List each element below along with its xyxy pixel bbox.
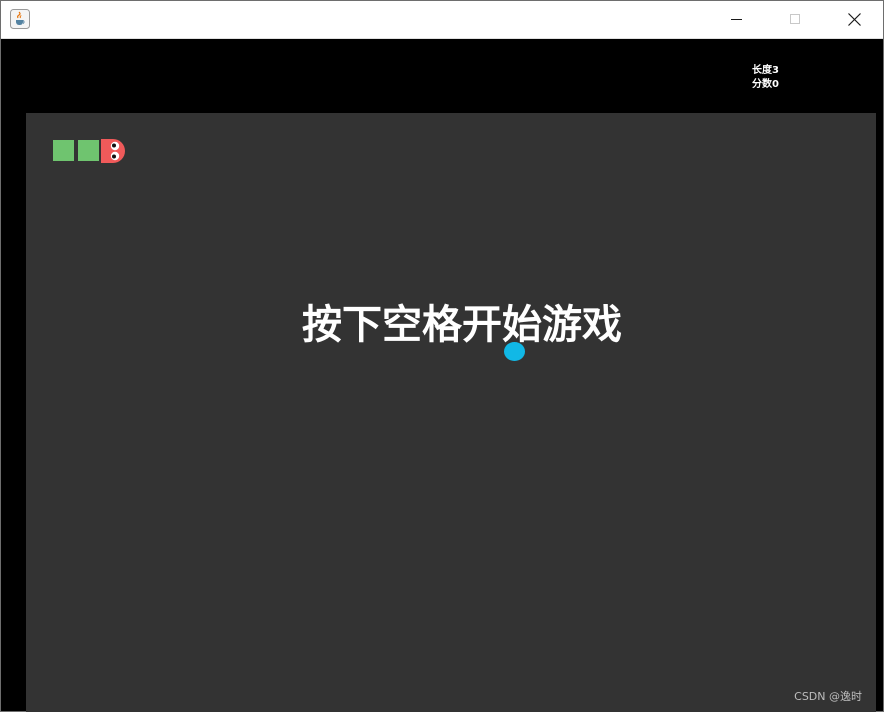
start-message: 按下空格开始游戏: [302, 302, 622, 348]
score-label: 分数0: [752, 79, 779, 90]
close-button[interactable]: [825, 1, 883, 38]
snake-body-segment: [78, 140, 99, 161]
snake-body-segment: [53, 140, 74, 161]
minimize-button[interactable]: [707, 1, 765, 38]
length-label: 长度3: [752, 65, 779, 76]
watermark: CSDN @逸时: [794, 690, 862, 703]
food-pellet: [504, 342, 525, 361]
maximize-button[interactable]: [766, 1, 824, 38]
stats-panel: 长度3 分数0: [752, 64, 779, 92]
close-icon: [848, 13, 861, 26]
game-board[interactable]: 按下空格开始游戏 CSDN @逸时: [26, 113, 876, 712]
game-window: 长度3 分数0 按下空格开始游戏 CSDN @逸时: [0, 0, 884, 712]
snake-head-icon: [101, 139, 125, 163]
java-coffee-cup-icon: [10, 9, 30, 29]
title-bar[interactable]: [1, 1, 883, 39]
score-header: 长度3 分数0: [1, 39, 883, 113]
